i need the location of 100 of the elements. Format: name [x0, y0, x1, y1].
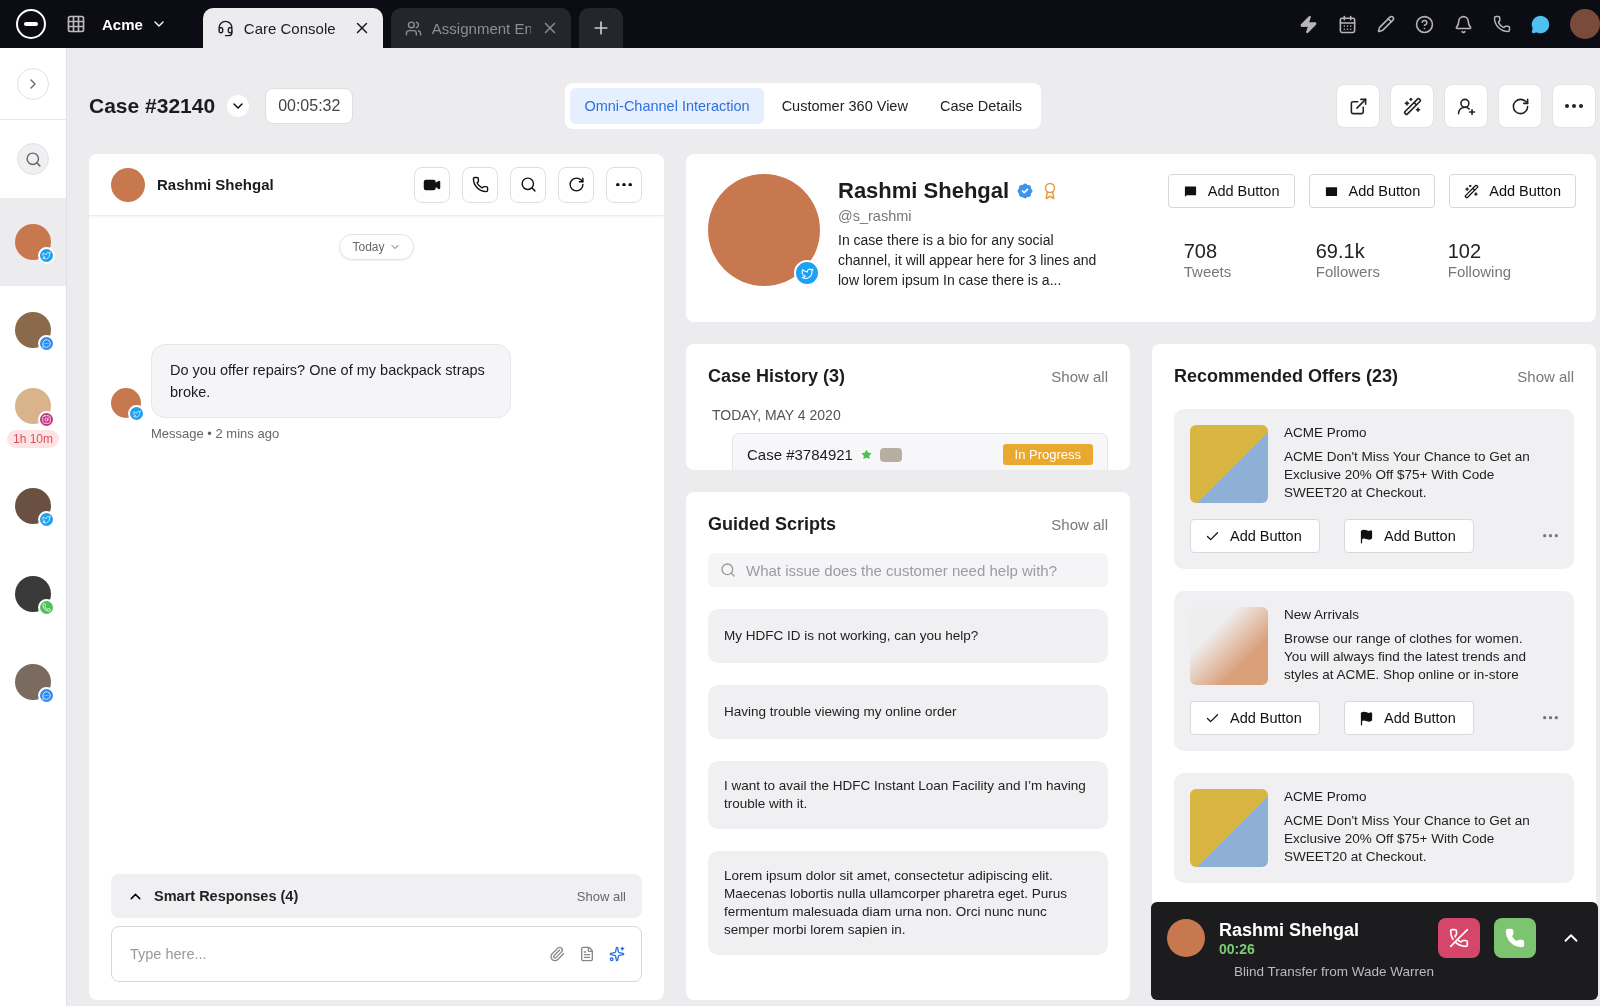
offer-title: New Arrivals [1284, 607, 1360, 622]
case-item[interactable]: Case #3784921 In Progress [732, 433, 1108, 470]
view-tab[interactable]: Omni-Channel Interaction [570, 88, 764, 124]
add-tab-button[interactable] [578, 8, 623, 48]
stat-label: Tweets [1183, 263, 1233, 280]
script-item[interactable]: My HDFC ID is not working, can you help? [708, 609, 1108, 663]
wand-button[interactable] [1390, 84, 1434, 128]
stat-value: 708 [1183, 240, 1219, 263]
apps-grid-icon[interactable] [66, 14, 86, 34]
calendar-icon[interactable] [1338, 14, 1357, 34]
stat-label: Followers [1315, 263, 1381, 280]
script-item[interactable]: I want to avail the HDFC Instant Loan Facility and I’m having trouble with it. [708, 761, 1108, 829]
action-button[interactable]: Add Button [1308, 174, 1436, 208]
case-title: Case #32140 [89, 94, 216, 118]
more-icon [1543, 716, 1558, 720]
case-dropdown[interactable] [227, 95, 250, 117]
show-all-link[interactable]: Show all [1051, 516, 1108, 533]
more-button[interactable] [1543, 534, 1558, 538]
more-icon [616, 182, 632, 187]
popout-button[interactable] [1336, 84, 1380, 128]
channel-icon [38, 599, 55, 616]
action-button[interactable]: Add Button [1167, 174, 1295, 208]
search-input[interactable]: What issue does the customer need help with? [744, 560, 1096, 580]
call-duration: 00:26 [1219, 940, 1256, 957]
action-button[interactable]: Add Button [1449, 174, 1576, 208]
profile-bio: In case there is a bio for any social channel, it will appear here for 3 lines and low lorem ipsum In case there is a... [838, 231, 1098, 290]
script-item[interactable]: Lorem ipsum dolor sit amet, consectetur adipiscing elit. Maecenas lobortis nulla ullamcorper pharetra eget. Purus fermentum malesuada diam urna non. Orci nunc nunc semper morbi lorem sapien in. [708, 851, 1108, 955]
stat-label: Following [1447, 263, 1513, 280]
flag-icon [1359, 710, 1374, 726]
channel-icon [38, 247, 55, 264]
sparkle-icon[interactable] [609, 946, 625, 962]
call-note: Blind Transfer from Wade Warren [1234, 964, 1436, 979]
more-button[interactable] [606, 166, 642, 203]
refresh-button[interactable] [558, 166, 594, 203]
console-tab[interactable]: Assignment En [390, 8, 571, 48]
search-icon [720, 562, 736, 578]
help-icon[interactable] [1415, 14, 1434, 34]
search-button[interactable] [510, 166, 546, 203]
channel-icon [38, 511, 55, 528]
decline-button[interactable] [1438, 918, 1480, 958]
search-icon [24, 150, 42, 168]
phone-icon[interactable] [1493, 15, 1511, 33]
pencil-icon[interactable] [1377, 15, 1395, 33]
action-button[interactable]: Add Button [1344, 701, 1474, 735]
caller-name: Rashmi Shehgal [1219, 919, 1361, 941]
channel-icon [38, 687, 55, 704]
more-button[interactable] [1543, 716, 1558, 720]
day-selector[interactable]: Today [339, 234, 414, 260]
show-all-link[interactable]: Show all [1051, 368, 1108, 385]
show-all-link[interactable]: Show all [1517, 368, 1574, 385]
action-button[interactable]: Add Button [1190, 701, 1320, 735]
offer-title: ACME Promo [1284, 789, 1368, 804]
lightning-icon[interactable] [1299, 14, 1318, 34]
console-tab[interactable]: Care Console [202, 8, 383, 48]
user-plus-icon [1456, 96, 1476, 116]
star-icon [858, 447, 874, 462]
show-all-link[interactable]: Show all [576, 888, 626, 904]
offer-title: ACME Promo [1284, 425, 1368, 440]
profile-name: Rashmi Shehgal [838, 178, 1010, 204]
card-title: Case History (3) [708, 366, 846, 387]
case-timer: 00:05:32 [265, 88, 354, 124]
note-icon[interactable] [579, 946, 595, 962]
refresh-button[interactable] [1498, 84, 1542, 128]
logo-icon [16, 9, 46, 39]
search-field[interactable]: What issue does the customer need help with? [708, 553, 1108, 587]
message-meta: Message • 2 mins ago [151, 426, 281, 441]
user-avatar[interactable] [1570, 9, 1600, 39]
refresh-icon [1510, 96, 1530, 116]
flag-icon [1359, 528, 1374, 544]
accept-button[interactable] [1494, 918, 1536, 958]
action-button[interactable]: Add Button [1190, 519, 1320, 553]
paperclip-icon[interactable] [549, 946, 565, 962]
wait-time: 1h 10m [7, 430, 59, 448]
phone-icon [471, 176, 489, 193]
script-item[interactable]: Having trouble viewing my online order [708, 685, 1108, 739]
org-switcher[interactable]: Acme [96, 14, 173, 34]
action-button[interactable]: Add Button [1344, 519, 1474, 553]
tab-icon [216, 19, 234, 37]
bell-icon[interactable] [1454, 14, 1473, 34]
message-bubble: Do you offer repairs? One of my backpack straps broke. [151, 344, 511, 418]
profile-handle: @s_rashmi [838, 208, 913, 224]
chat-icon[interactable] [1531, 14, 1550, 34]
verified-icon [1015, 181, 1036, 201]
customer-name: Rashmi Shehgal [157, 176, 275, 193]
transfer-button[interactable] [1444, 84, 1488, 128]
refresh-icon [567, 176, 585, 193]
caller-avatar [1167, 919, 1205, 957]
photo-placeholder [879, 447, 902, 462]
call-button[interactable] [462, 166, 498, 203]
offer-text: ACME Don't Miss Your Chance to Get an Exclusive 20% Off $75+ With Code SWEET20 at Checkout. [1284, 812, 1531, 866]
offer-text: ACME Don't Miss Your Chance to Get an Exclusive 20% Off $75+ With Code SWEET20 at Checkout. [1284, 448, 1531, 502]
phone-icon [1505, 928, 1525, 948]
search-icon [519, 176, 537, 193]
wand-icon [1464, 183, 1480, 199]
offer-text: Browse our range of clothes for women. You will always find the latest trends and styles at ACME. Shop online or in-store [1284, 630, 1527, 684]
channel-icon [794, 260, 820, 286]
video-button[interactable] [414, 166, 450, 203]
smart-responses-title: Smart Responses (4) [154, 888, 300, 904]
wand-icon [1402, 96, 1422, 116]
customer-avatar [111, 167, 145, 202]
